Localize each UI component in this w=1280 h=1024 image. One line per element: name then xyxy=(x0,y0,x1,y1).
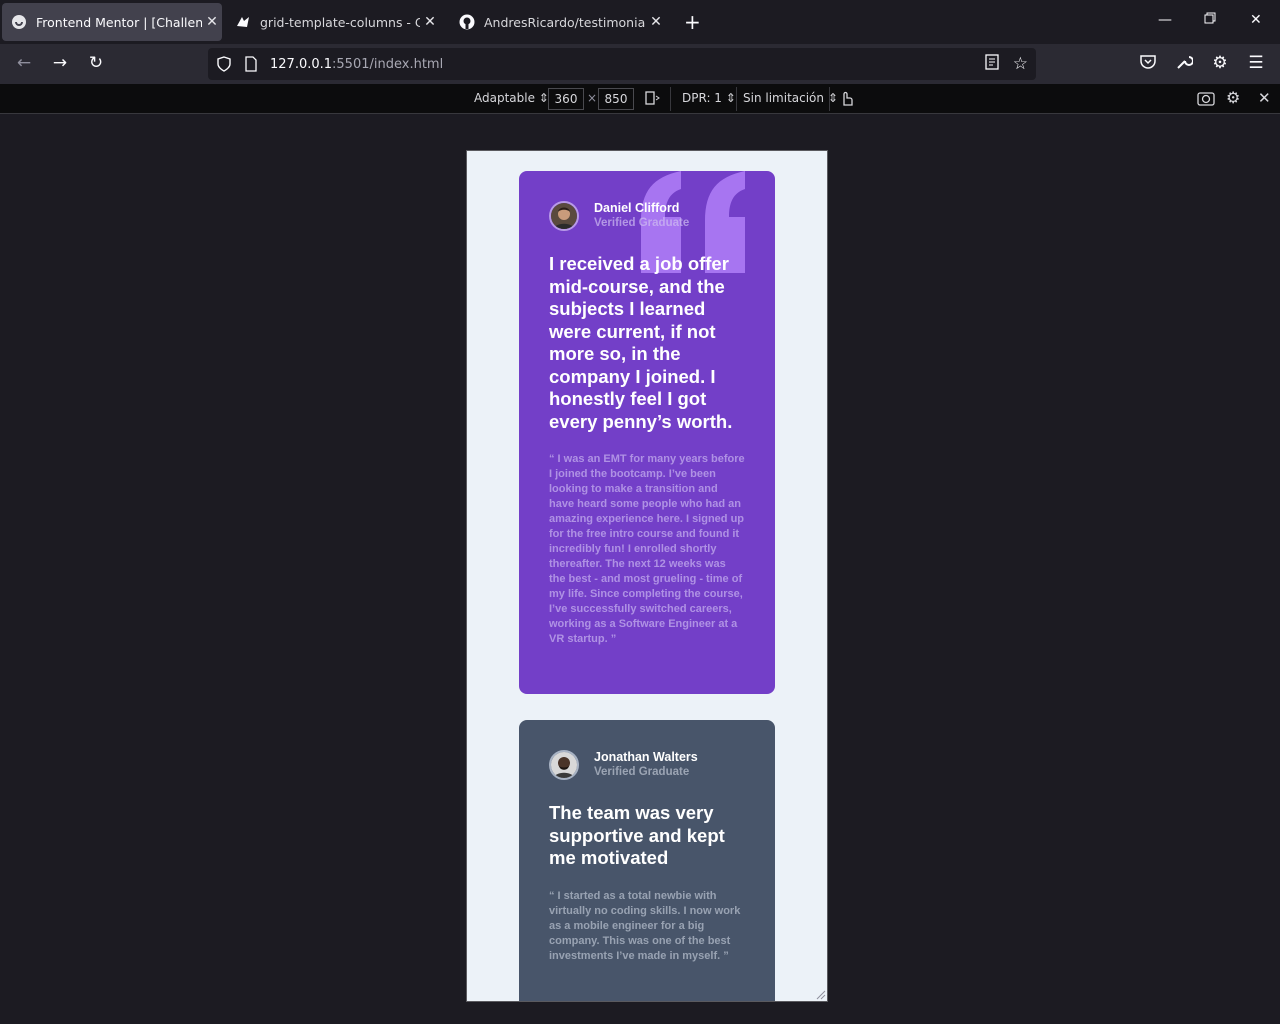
testimonial-headline: I received a job offer mid-course, and t… xyxy=(549,253,733,432)
minimize-icon[interactable]: — xyxy=(1158,12,1172,28)
url-host: 127.0.0.1 xyxy=(270,56,333,72)
viewport-height-input[interactable]: 850 xyxy=(598,88,634,110)
nav-bar: ← → ↻ 127.0.0.1:5501/index.html ☆ ⚙ ☰ xyxy=(0,44,1280,84)
testimonial-headline: The team was very supportive and kept me… xyxy=(549,802,725,868)
resize-handle-icon[interactable] xyxy=(814,988,826,1000)
person-info: Jonathan Walters Verified Graduate xyxy=(549,750,745,780)
close-tab-icon[interactable]: ✕ xyxy=(202,14,222,30)
toolbar-divider xyxy=(670,87,671,111)
dpr-selector-label: DPR: 1 xyxy=(682,91,722,105)
close-tab-icon[interactable]: ✕ xyxy=(646,14,666,30)
tab-strip: Frontend Mentor | [Challenge N ✕ grid-te… xyxy=(0,0,1280,44)
testimonial-body: “ I was an EMT for many years before I j… xyxy=(549,453,745,645)
extensions-gear-icon[interactable]: ⚙ xyxy=(1209,53,1231,73)
url-path: :5501/index.html xyxy=(332,56,444,72)
person-role: Verified Graduate xyxy=(594,766,690,778)
close-window-icon[interactable]: ✕ xyxy=(1250,12,1262,28)
restore-icon[interactable] xyxy=(1204,12,1216,28)
close-tab-icon[interactable]: ✕ xyxy=(420,14,440,30)
device-selector-label: Adaptable xyxy=(474,91,535,105)
tab-title: Frontend Mentor | [Challenge N xyxy=(36,14,202,30)
wrench-icon[interactable] xyxy=(1173,53,1195,76)
new-tab-icon[interactable]: + xyxy=(684,10,701,34)
testimonial-body: “ I started as a total newbie with virtu… xyxy=(549,889,741,962)
viewport-width-input[interactable]: 360 xyxy=(548,88,584,110)
frontend-mentor-icon xyxy=(11,14,27,30)
emulated-viewport: Daniel Clifford Verified Graduate I rece… xyxy=(466,150,828,1002)
person-name: Daniel Clifford xyxy=(594,201,680,215)
device-selector[interactable]: Adaptable ⇕ xyxy=(474,91,549,105)
page-icon xyxy=(244,56,258,72)
dpr-selector[interactable]: DPR: 1 ⇕ xyxy=(682,91,736,105)
url-bar[interactable]: 127.0.0.1:5501/index.html ☆ xyxy=(208,48,1036,80)
person-role: Verified Graduate xyxy=(594,217,690,229)
throttling-selector-label: Sin limitación xyxy=(743,91,824,105)
tab-frontend-mentor[interactable]: Frontend Mentor | [Challenge N ✕ xyxy=(2,3,222,41)
toolbar-divider xyxy=(736,87,737,111)
back-icon[interactable]: ← xyxy=(13,53,35,73)
github-icon xyxy=(459,14,475,30)
rotate-viewport-icon[interactable] xyxy=(644,90,660,109)
menu-icon[interactable]: ☰ xyxy=(1245,53,1267,73)
tab-title: AndresRicardo/testimonials-grid xyxy=(484,14,646,30)
throttling-selector[interactable]: Sin limitación ⇕ xyxy=(743,91,838,105)
rdm-settings-gear-icon[interactable]: ⚙ xyxy=(1226,88,1240,107)
screenshot-camera-icon[interactable] xyxy=(1197,90,1215,109)
reader-view-icon[interactable] xyxy=(985,54,999,74)
forward-icon[interactable]: → xyxy=(49,53,71,73)
pocket-icon[interactable] xyxy=(1137,53,1159,76)
tab-mdn[interactable]: grid-template-columns - CSS | M ✕ xyxy=(226,3,440,41)
toolbar-divider xyxy=(829,87,830,111)
avatar xyxy=(549,201,579,231)
tab-github[interactable]: AndresRicardo/testimonials-grid ✕ xyxy=(450,3,666,41)
person-name: Jonathan Walters xyxy=(594,750,698,764)
close-rdm-icon[interactable]: ✕ xyxy=(1258,89,1271,107)
shield-icon[interactable] xyxy=(216,56,232,72)
avatar xyxy=(549,750,579,780)
touch-simulation-icon[interactable] xyxy=(838,89,854,110)
url-text[interactable]: 127.0.0.1:5501/index.html xyxy=(270,57,443,72)
responsive-design-toolbar: Adaptable ⇕ 360 × 850 DPR: 1 ⇕ Sin limit… xyxy=(0,84,1280,114)
tab-title: grid-template-columns - CSS | M xyxy=(260,14,420,30)
mdn-icon xyxy=(235,14,251,30)
testimonial-card: Jonathan Walters Verified Graduate The t… xyxy=(519,720,775,1001)
testimonial-card: Daniel Clifford Verified Graduate I rece… xyxy=(519,171,775,694)
reload-icon[interactable]: ↻ xyxy=(85,53,107,73)
person-info: Daniel Clifford Verified Graduate xyxy=(549,201,745,231)
bookmark-star-icon[interactable]: ☆ xyxy=(1013,54,1028,74)
dimension-separator: × xyxy=(587,91,598,105)
